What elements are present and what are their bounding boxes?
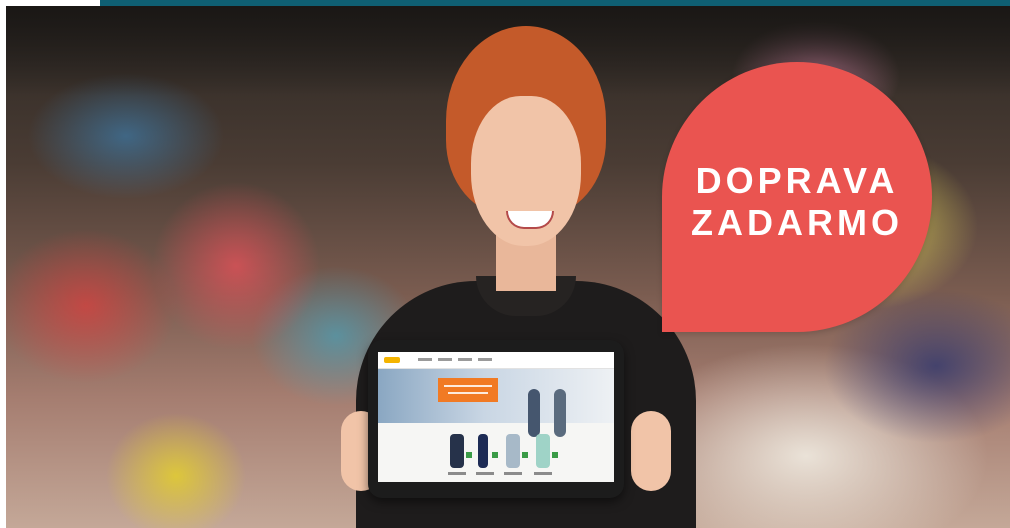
product-price: [448, 472, 466, 475]
free-shipping-text: DOPRAVA ZADARMO: [662, 160, 932, 244]
banner-promo-box: [438, 378, 498, 402]
banner-model: [554, 389, 566, 437]
right-hand: [631, 411, 671, 491]
tablet-device: [368, 340, 624, 498]
promo-text-line: [444, 385, 492, 387]
eshop-nav-bar: [378, 352, 614, 369]
free-shipping-badge: DOPRAVA ZADARMO: [662, 62, 932, 332]
product-badge: [492, 452, 498, 458]
free-shipping-line-1: DOPRAVA: [695, 160, 899, 201]
product-price: [504, 472, 522, 475]
product-jacket: [506, 434, 520, 468]
product-sweater: [450, 434, 464, 468]
product-badge: [552, 452, 558, 458]
free-shipping-line-2: ZADARMO: [691, 202, 903, 243]
nav-item: [478, 358, 492, 361]
nav-item: [458, 358, 472, 361]
product-price: [476, 472, 494, 475]
product-pants: [478, 434, 488, 468]
banner-model: [528, 389, 540, 437]
hero-banner: DOPRAVA ZADARMO: [0, 0, 1010, 528]
promo-text-line: [448, 392, 488, 394]
nav-item: [438, 358, 452, 361]
eshop-logo: [384, 357, 400, 363]
product-badge: [522, 452, 528, 458]
product-shirt: [536, 434, 550, 468]
nav-item: [418, 358, 432, 361]
product-badge: [466, 452, 472, 458]
tablet-screen-eshop: [378, 352, 614, 482]
product-price: [534, 472, 552, 475]
